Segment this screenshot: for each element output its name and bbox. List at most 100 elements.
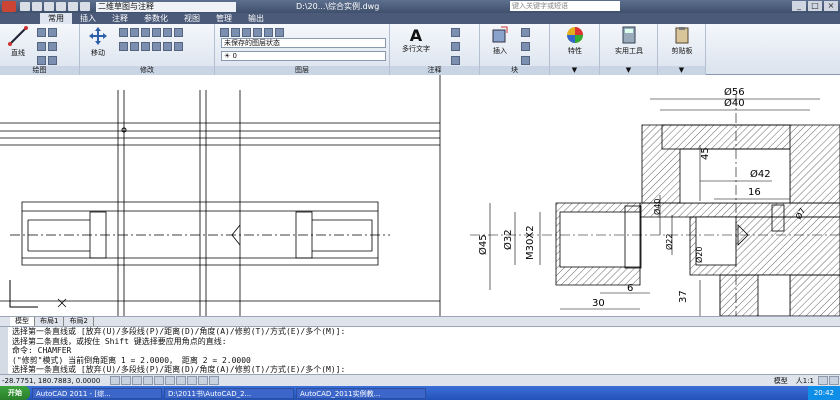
insert-tool[interactable]: 插入 (484, 26, 516, 56)
move-tool[interactable]: 移动 (84, 26, 112, 58)
annotation-panel-title[interactable]: 注释 (390, 66, 479, 75)
layer-state-icon[interactable] (231, 28, 240, 37)
ducs-toggle[interactable] (176, 376, 186, 385)
layers-panel-title[interactable]: 图层 (215, 66, 389, 75)
minimize-button[interactable]: _ (792, 1, 806, 11)
dim-d32[interactable]: Ø32 (502, 229, 514, 250)
osnap-toggle[interactable] (154, 376, 164, 385)
clipboard-tool[interactable]: 剪贴板 (662, 26, 702, 56)
circle-icon[interactable] (48, 28, 57, 37)
redo-icon[interactable] (68, 2, 78, 11)
utilities-tool[interactable]: 实用工具 (604, 26, 654, 56)
dim-m30x2[interactable]: M30X2 (525, 225, 536, 260)
lineweight-toggle[interactable] (198, 376, 208, 385)
dim-16[interactable]: 16 (748, 187, 761, 198)
array-icon[interactable] (152, 42, 161, 51)
dim-45[interactable]: 45 (700, 147, 711, 160)
workspace-switch-icon[interactable] (818, 376, 828, 385)
tab-home[interactable]: 常用 (40, 13, 72, 24)
hatch-icon[interactable] (37, 56, 46, 65)
tab-layout1[interactable]: 布局1 (35, 317, 65, 326)
plot-icon[interactable] (80, 2, 90, 11)
quick-properties-toggle[interactable] (209, 376, 219, 385)
tab-model[interactable]: 模型 (10, 317, 35, 326)
leader-icon[interactable] (451, 42, 460, 51)
tab-annotate[interactable]: 注释 (104, 13, 136, 24)
taskbar-item[interactable]: D:\2011书\AutoCAD_2... (164, 387, 294, 399)
annotation-scale[interactable]: 人1:1 (792, 376, 818, 386)
trim-icon[interactable] (130, 28, 139, 37)
layer-properties-icon[interactable] (220, 28, 229, 37)
autocad-logo-icon[interactable] (2, 1, 16, 12)
dim-6[interactable]: 6 (627, 283, 633, 294)
line-tool[interactable]: 直线 (4, 26, 32, 58)
layer-on-icon[interactable] (242, 28, 251, 37)
dim-30[interactable]: 30 (592, 298, 605, 309)
rectangle-icon[interactable] (48, 42, 57, 51)
properties-tool[interactable]: 特性 (554, 26, 596, 56)
ortho-toggle[interactable] (132, 376, 142, 385)
create-block-icon[interactable] (521, 28, 530, 37)
polar-toggle[interactable] (143, 376, 153, 385)
close-button[interactable]: × (824, 1, 838, 11)
dim-d56[interactable]: Ø56 (724, 86, 745, 98)
dyn-toggle[interactable] (187, 376, 197, 385)
taskbar-item[interactable]: AutoCAD_2011实例教... (296, 387, 426, 399)
dim-d42[interactable]: Ø42 (750, 168, 771, 180)
model-space-label[interactable]: 模型 (770, 376, 792, 386)
polyline-icon[interactable] (37, 28, 46, 37)
open-icon[interactable] (32, 2, 42, 11)
scale-icon[interactable] (141, 42, 150, 51)
dim-d20[interactable]: Ø20 (694, 247, 704, 263)
layer-match-icon[interactable] (275, 28, 284, 37)
copy-icon[interactable] (152, 28, 161, 37)
chamfer-icon[interactable] (174, 42, 183, 51)
tab-output[interactable]: 输出 (240, 13, 272, 24)
taskbar-item[interactable]: AutoCAD 2011 - [综... (32, 387, 162, 399)
offset-icon[interactable] (163, 42, 172, 51)
modify-panel-title[interactable]: 修改 (80, 66, 214, 75)
save-icon[interactable] (44, 2, 54, 11)
properties-dropdown[interactable]: ▼ (550, 66, 599, 75)
grid-toggle[interactable] (121, 376, 131, 385)
arc-icon[interactable] (37, 42, 46, 51)
new-icon[interactable] (20, 2, 30, 11)
table-icon[interactable] (451, 56, 460, 65)
utilities-dropdown[interactable]: ▼ (600, 66, 657, 75)
otrack-toggle[interactable] (165, 376, 175, 385)
layer-state-dropdown[interactable]: 未保存的图层状态 (221, 38, 386, 48)
attribute-icon[interactable] (521, 56, 530, 65)
block-panel-title[interactable]: 块 (480, 66, 549, 75)
layer-freeze-icon[interactable] (253, 28, 262, 37)
workspace-selector[interactable]: 二维草图与注释 (96, 1, 236, 12)
snap-toggle[interactable] (110, 376, 120, 385)
explode-icon[interactable] (119, 42, 128, 51)
tab-insert[interactable]: 插入 (72, 13, 104, 24)
drawing-svg[interactable]: Ø56 Ø40 Ø42 16 45 Ø45 Ø32 M30X2 30 6 37 … (0, 75, 840, 316)
tab-view[interactable]: 视图 (176, 13, 208, 24)
dim-37[interactable]: 37 (678, 290, 689, 303)
dim-d45[interactable]: Ø45 (477, 234, 489, 255)
dim-d22[interactable]: Ø22 (664, 234, 674, 250)
start-button[interactable]: 开始 (0, 386, 30, 400)
layer-dropdown[interactable]: ☀ 0 (221, 51, 386, 61)
tab-parametric[interactable]: 参数化 (136, 13, 176, 24)
command-line[interactable]: 选择第一条直线或 [放弃(U)/多段线(P)/距离(D)/角度(A)/修剪(T)… (0, 326, 840, 375)
lock-icon[interactable] (829, 376, 839, 385)
search-input[interactable]: 键入关键字或短语 (510, 1, 620, 11)
command-line-grip[interactable] (0, 327, 8, 375)
fillet-icon[interactable] (174, 28, 183, 37)
undo-icon[interactable] (56, 2, 66, 11)
drawing-canvas[interactable]: Ø56 Ø40 Ø42 16 45 Ø45 Ø32 M30X2 30 6 37 … (0, 75, 840, 316)
dim-d40[interactable]: Ø40 (724, 97, 745, 109)
tab-layout2[interactable]: 布局2 (64, 317, 94, 326)
mirror-icon[interactable] (163, 28, 172, 37)
edit-block-icon[interactable] (521, 42, 530, 51)
maximize-button[interactable]: □ (808, 1, 822, 11)
layer-lock-icon[interactable] (264, 28, 273, 37)
ellipse-icon[interactable] (48, 56, 57, 65)
stretch-icon[interactable] (130, 42, 139, 51)
tab-manage[interactable]: 管理 (208, 13, 240, 24)
erase-icon[interactable] (141, 28, 150, 37)
dim-d40-small[interactable]: Ø40 (652, 199, 662, 215)
